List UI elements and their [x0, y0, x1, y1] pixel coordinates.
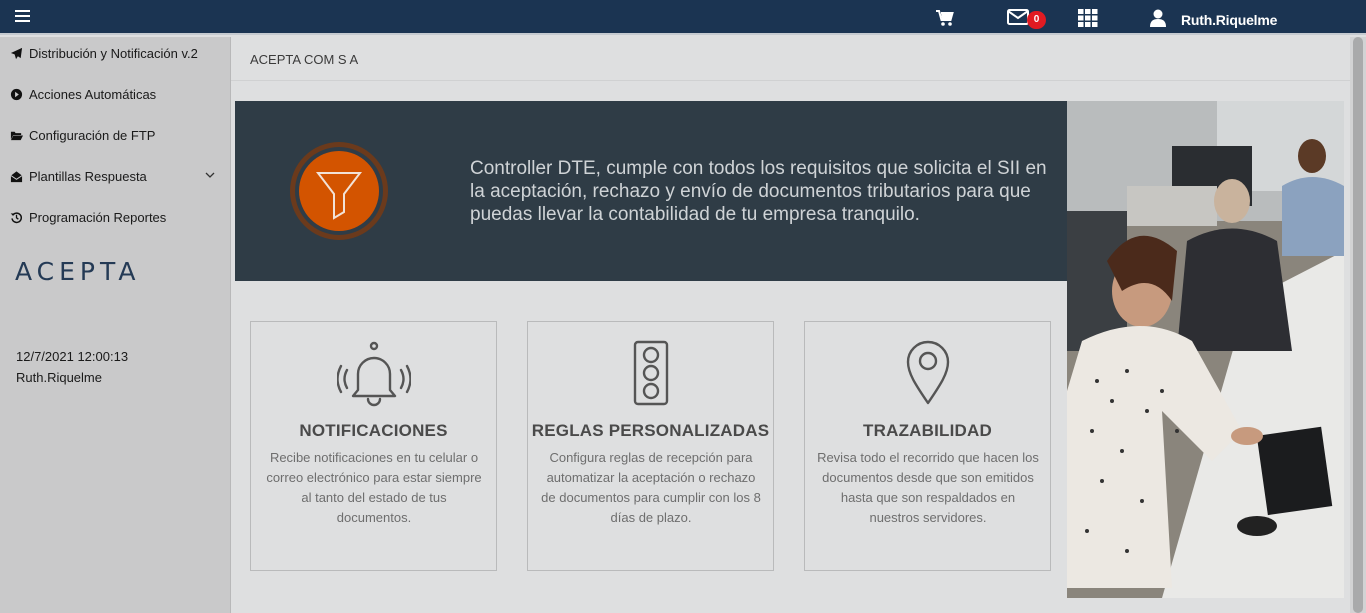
sidebar-item-label: Distribución y Notificación v.2 — [29, 45, 198, 61]
hero-banner: Controller DTE, cumple con todos los req… — [235, 101, 1067, 281]
cart-icon[interactable] — [935, 9, 955, 27]
envelope-icon[interactable] — [1007, 9, 1029, 25]
feature-card-reglas: REGLAS PERSONALIZADAS Configura reglas d… — [527, 321, 774, 571]
session-datetime: 12/7/2021 12:00:13 — [16, 349, 129, 364]
mail-badge[interactable]: 0 — [1027, 11, 1046, 29]
play-circle-icon — [10, 88, 23, 100]
main-content: ACEPTA COM S A Controller DTE, cumple co… — [231, 37, 1350, 613]
user-name[interactable]: Ruth.Riquelme — [1181, 12, 1277, 28]
session-user: Ruth.Riquelme — [16, 370, 102, 385]
grid-icon[interactable] — [1078, 9, 1098, 27]
chevron-down-icon[interactable] — [205, 170, 215, 180]
history-icon — [10, 211, 23, 223]
sidebar-item-label: Plantillas Respuesta — [29, 168, 147, 184]
sidebar: Distribución y Notificación v.2 Acciones… — [0, 37, 231, 613]
sidebar-item-label: Configuración de FTP — [29, 127, 156, 143]
card-title: REGLAS PERSONALIZADAS — [531, 421, 770, 440]
top-navbar: 0 Ruth.Riquelme — [0, 0, 1366, 35]
hero-text: Controller DTE, cumple con todos los req… — [470, 158, 1047, 225]
sidebar-item-label: Programación Reportes — [29, 209, 167, 225]
card-text: Configura reglas de recepción para autom… — [541, 450, 761, 525]
bell-icon — [336, 341, 411, 407]
divider — [231, 80, 1350, 81]
paper-plane-icon — [10, 47, 23, 59]
sidebar-item-reportes[interactable]: Programación Reportes — [10, 207, 225, 227]
card-text: Revisa todo el recorrido que hacen los d… — [817, 450, 1039, 525]
sidebar-item-acciones[interactable]: Acciones Automáticas — [10, 84, 225, 104]
vertical-scrollbar[interactable] — [1350, 37, 1366, 613]
card-title: TRAZABILIDAD — [863, 421, 992, 440]
sidebar-item-label: Acciones Automáticas — [29, 86, 157, 102]
traffic-light-icon — [633, 340, 668, 406]
card-title: NOTIFICACIONES — [299, 421, 448, 440]
company-breadcrumb: ACEPTA COM S A — [250, 52, 359, 67]
sidebar-item-plantillas[interactable]: Plantillas Respuesta — [10, 166, 225, 186]
office-photo — [1067, 101, 1344, 598]
map-pin-icon — [906, 340, 949, 405]
acepta-logo: ACEPTA — [15, 257, 141, 286]
funnel-icon — [290, 142, 388, 240]
envelope-open-icon — [10, 170, 23, 182]
card-text: Recibe notificaciones en tu celular o co… — [266, 450, 482, 525]
user-icon[interactable] — [1150, 9, 1166, 27]
hamburger-icon[interactable] — [15, 10, 30, 22]
feature-card-notificaciones: NOTIFICACIONES Recibe notificaciones en … — [250, 321, 497, 571]
folder-open-icon — [10, 131, 23, 140]
feature-card-trazabilidad: TRAZABILIDAD Revisa todo el recorrido qu… — [804, 321, 1051, 571]
sidebar-item-distribucion[interactable]: Distribución y Notificación v.2 — [10, 43, 225, 63]
sidebar-item-ftp[interactable]: Configuración de FTP — [10, 125, 225, 145]
scrollbar-thumb[interactable] — [1353, 37, 1363, 613]
